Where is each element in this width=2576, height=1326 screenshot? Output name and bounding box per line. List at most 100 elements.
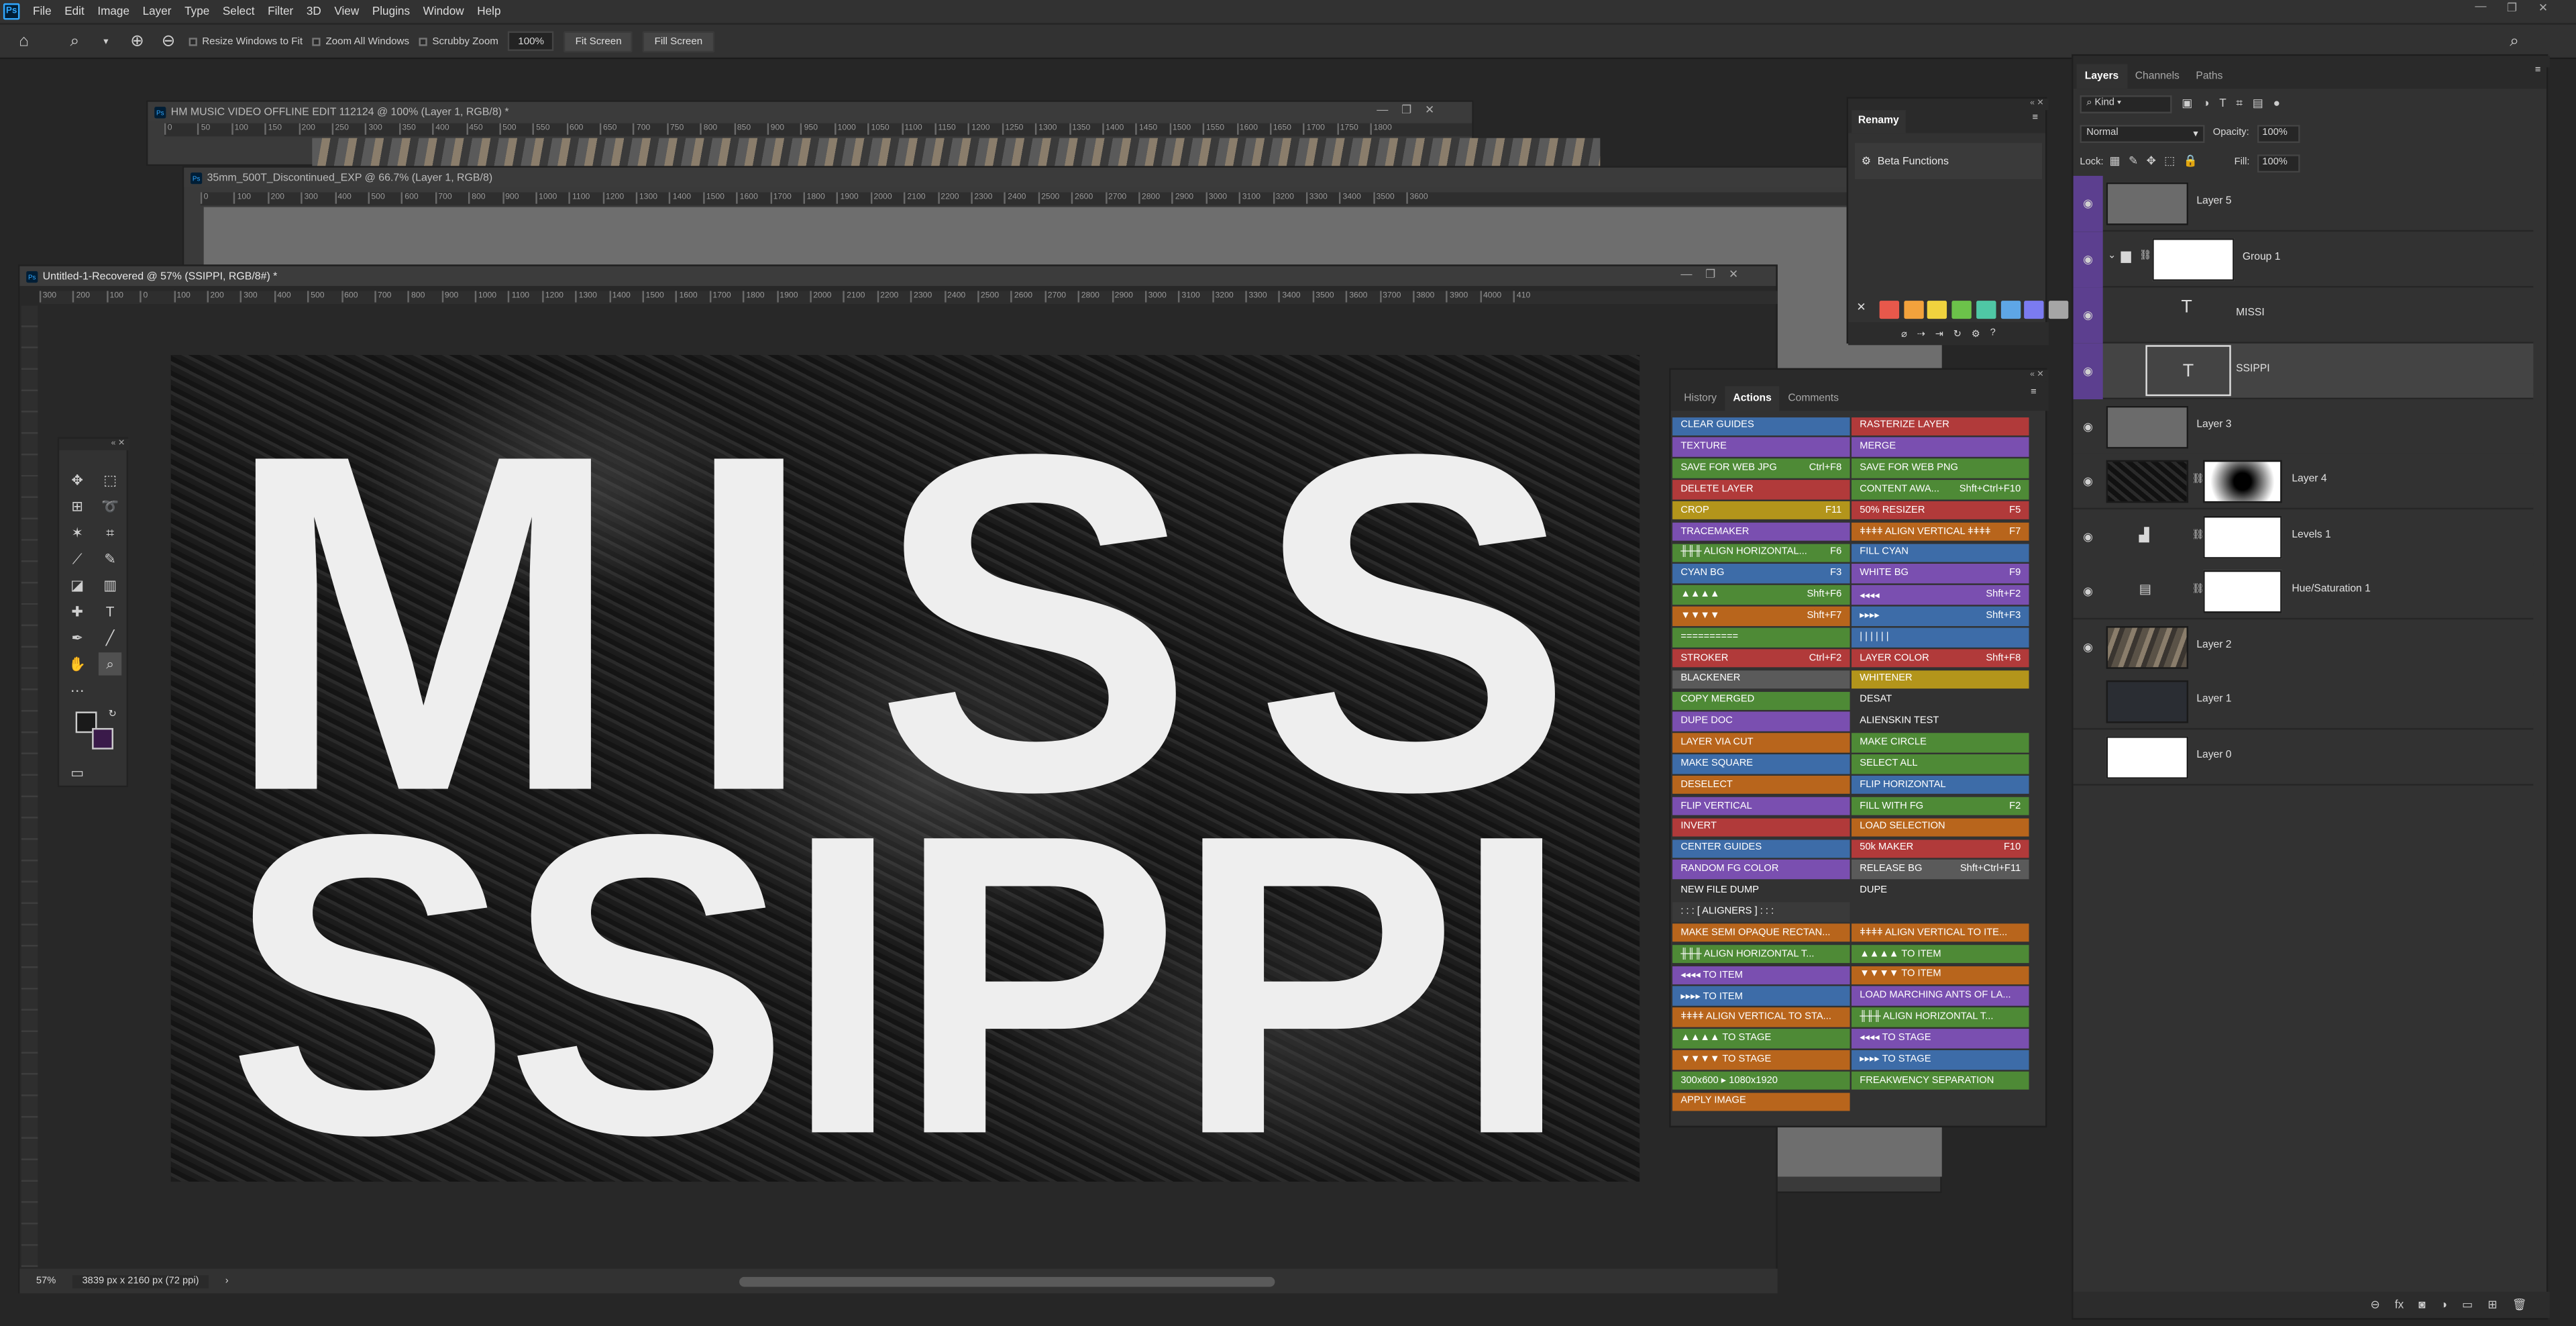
background-color-swatch[interactable] xyxy=(92,727,113,750)
menu-plugins[interactable]: Plugins xyxy=(366,6,417,17)
lock-icons[interactable]: ▦✎✥⬚🔒 xyxy=(2110,154,2206,168)
action-button[interactable]: ▼▼▼▼ TO ITEM xyxy=(1851,966,2029,985)
action-button[interactable]: ǂǂǂǂ ALIGN VERTICAL TO STA... xyxy=(1672,1007,1850,1027)
scrubby-zoom-checkbox[interactable]: Scrubby Zoom xyxy=(419,36,498,47)
panel-collapse-bar[interactable]: « ✕ xyxy=(1670,370,2049,382)
chevron-down-icon[interactable]: ⌄ xyxy=(2108,250,2116,262)
action-button[interactable]: 300x600 ▸ 1080x1920 xyxy=(1672,1071,1850,1090)
eraser-tool-icon[interactable]: ◪ xyxy=(66,574,89,597)
document-title-bar[interactable]: Ps HM MUSIC VIDEO OFFLINE EDIT 112124 @ 1… xyxy=(148,101,1472,122)
canvas-artwork[interactable]: MISSI SSIPPI xyxy=(170,354,1640,1182)
layer-row[interactable]: ◉ Layer 5 xyxy=(2073,176,2534,232)
action-button[interactable]: ╫╫╫ ALIGN HORIZONTAL... F6 xyxy=(1672,543,1850,562)
color-label-swatch[interactable] xyxy=(1903,301,1924,319)
menu-window[interactable]: Window xyxy=(417,6,471,17)
zoom-in-icon[interactable]: ⊕ xyxy=(127,30,148,52)
color-label-swatch[interactable] xyxy=(2048,301,2069,319)
action-button[interactable]: LOAD SELECTION xyxy=(1851,817,2029,837)
healing-brush-icon[interactable]: ✚ xyxy=(66,600,89,623)
tab-history[interactable]: History xyxy=(1676,387,1725,411)
zoom-tool-icon[interactable]: ⌕ xyxy=(98,652,122,676)
layer-name[interactable]: Layer 2 xyxy=(2196,640,2231,651)
opacity-field[interactable]: 100% xyxy=(2257,125,2300,144)
action-button[interactable]: ◂◂◂◂ TO STAGE xyxy=(1851,1029,2029,1048)
action-button[interactable]: LAYER VIA CUT xyxy=(1672,733,1850,753)
layer-name[interactable]: SSIPPI xyxy=(2236,363,2269,374)
action-button[interactable]: MAKE CIRCLE xyxy=(1851,733,2029,753)
type-tool-icon[interactable]: T xyxy=(99,600,121,623)
document-title-bar[interactable]: Ps 35mm_500T_Discontinued_EXP @ 66.7% (La… xyxy=(184,167,1941,188)
action-button[interactable]: ▲▲▲▲ TO ITEM xyxy=(1851,944,2029,964)
action-button[interactable]: SELECT ALL xyxy=(1851,754,2029,774)
tab-channels[interactable]: Channels xyxy=(2127,64,2188,89)
layer-name[interactable]: Levels 1 xyxy=(2292,529,2330,541)
more-tools-icon[interactable]: ⋯ xyxy=(66,678,89,701)
action-button[interactable]: WHITE BG F9 xyxy=(1851,564,2029,584)
action-button[interactable]: CYAN BG F3 xyxy=(1672,564,1850,584)
action-button[interactable]: STROKER Ctrl+F2 xyxy=(1672,648,1850,668)
action-button[interactable]: APPLY IMAGE xyxy=(1672,1092,1850,1111)
action-button[interactable]: DESAT xyxy=(1851,691,2029,711)
mask-icon[interactable]: ◙ xyxy=(2418,1299,2425,1311)
color-label-swatch[interactable] xyxy=(1951,301,1972,319)
adjustment-icon[interactable]: ◑ xyxy=(2440,1299,2447,1311)
layer-name[interactable]: Hue/Saturation 1 xyxy=(2292,583,2370,595)
action-button[interactable]: SAVE FOR WEB JPG Ctrl+F8 xyxy=(1672,458,1850,478)
tab-layers[interactable]: Layers xyxy=(2076,64,2127,89)
visibility-eye-icon[interactable]: ◉ xyxy=(2074,509,2103,564)
layer-row[interactable]: ◉ ▟ ⛓ Levels 1 xyxy=(2073,509,2534,565)
action-button[interactable]: ╫╫╫ ALIGN HORIZONTAL T... xyxy=(1672,944,1850,964)
color-label-swatch[interactable] xyxy=(2024,301,2045,319)
action-button[interactable]: ▸▸▸▸ TO STAGE xyxy=(1851,1050,2029,1070)
tab-actions[interactable]: Actions xyxy=(1725,386,1780,411)
menu-image[interactable]: Image xyxy=(91,6,136,17)
link-icon[interactable]: ⌀ xyxy=(1901,328,1907,340)
zoom-field[interactable]: 100% xyxy=(508,31,554,51)
menu-file[interactable]: File xyxy=(26,6,58,17)
action-button[interactable]: DELETE LAYER xyxy=(1672,480,1850,499)
layer-name[interactable]: MISSI xyxy=(2236,307,2265,319)
move-tool-icon[interactable]: ✥ xyxy=(66,468,89,491)
tab-paths[interactable]: Paths xyxy=(2188,64,2231,89)
menu-3d[interactable]: 3D xyxy=(300,6,328,17)
filter-icons[interactable]: ▣◑T⌗▤● xyxy=(2182,97,2290,111)
action-button[interactable]: ▸▸▸▸ Shft+F3 xyxy=(1851,607,2029,626)
action-button[interactable]: ▸▸▸▸ TO ITEM xyxy=(1672,986,1850,1006)
horizontal-scrollbar[interactable] xyxy=(739,1276,1275,1287)
hand-tool-icon[interactable]: ✋ xyxy=(66,652,89,675)
action-button[interactable]: ▲▲▲▲ Shft+F6 xyxy=(1672,585,1850,605)
lasso-tool-icon[interactable]: ➰ xyxy=(99,495,121,517)
color-label-swatch[interactable] xyxy=(1927,301,1948,319)
visibility-eye-icon[interactable]: ◉ xyxy=(2073,287,2103,343)
zoom-tool-icon[interactable]: ⌕ xyxy=(64,30,86,52)
help-icon[interactable]: ? xyxy=(1990,329,1996,339)
action-button[interactable]: FREAKWENCY SEPARATION xyxy=(1851,1071,2029,1090)
doc-window-controls[interactable]: —❐✕ xyxy=(1377,103,1448,117)
action-button[interactable]: LAYER COLOR Shft+F8 xyxy=(1851,648,2029,668)
status-arrow-icon[interactable]: › xyxy=(225,1276,229,1286)
visibility-eye-icon[interactable]: ◉ xyxy=(2074,729,2103,784)
artboard-tool-icon[interactable]: ⊞ xyxy=(66,495,89,517)
layer-row[interactable]: ◉ Layer 3 xyxy=(2073,399,2534,455)
layer-row[interactable]: ◉ ▤ ⛓ Hue/Saturation 1 xyxy=(2073,564,2534,619)
eyedropper-icon[interactable]: ⟋ xyxy=(66,548,89,570)
panel-menu-icon[interactable]: ≡ xyxy=(2031,388,2037,398)
close-icon[interactable]: ✕ xyxy=(2532,1,2555,15)
visibility-eye-icon[interactable]: ◉ xyxy=(2073,176,2103,232)
layer-name[interactable]: Layer 3 xyxy=(2196,419,2231,430)
action-button[interactable]: : : : [ ALIGNERS ] : : : xyxy=(1672,902,1850,921)
action-button[interactable]: FLIP HORIZONTAL xyxy=(1851,775,2029,795)
fit-screen-button[interactable]: Fit Screen xyxy=(564,30,633,52)
magic-wand-icon[interactable]: ✶ xyxy=(66,521,89,544)
action-button[interactable]: COPY MERGED xyxy=(1672,691,1850,711)
layer-row[interactable]: ◉ Layer 1 xyxy=(2073,674,2534,729)
action-button[interactable]: ▲▲▲▲ TO STAGE xyxy=(1672,1029,1850,1048)
visibility-eye-icon[interactable]: ◉ xyxy=(2074,399,2103,454)
action-button[interactable]: FILL WITH FG F2 xyxy=(1851,797,2029,816)
chevron-down-icon[interactable]: ▾ xyxy=(95,30,117,52)
panel-collapse-bar[interactable]: « ✕ xyxy=(1848,98,2049,111)
document-title-bar[interactable]: Ps Untitled-1-Recovered @ 57% (SSIPPI, RG… xyxy=(19,266,1776,287)
action-button[interactable]: TEXTURE xyxy=(1672,438,1850,457)
zoom-all-checkbox[interactable]: Zoom All Windows xyxy=(312,36,409,47)
panel-menu-icon[interactable]: ≡ xyxy=(2535,66,2541,76)
